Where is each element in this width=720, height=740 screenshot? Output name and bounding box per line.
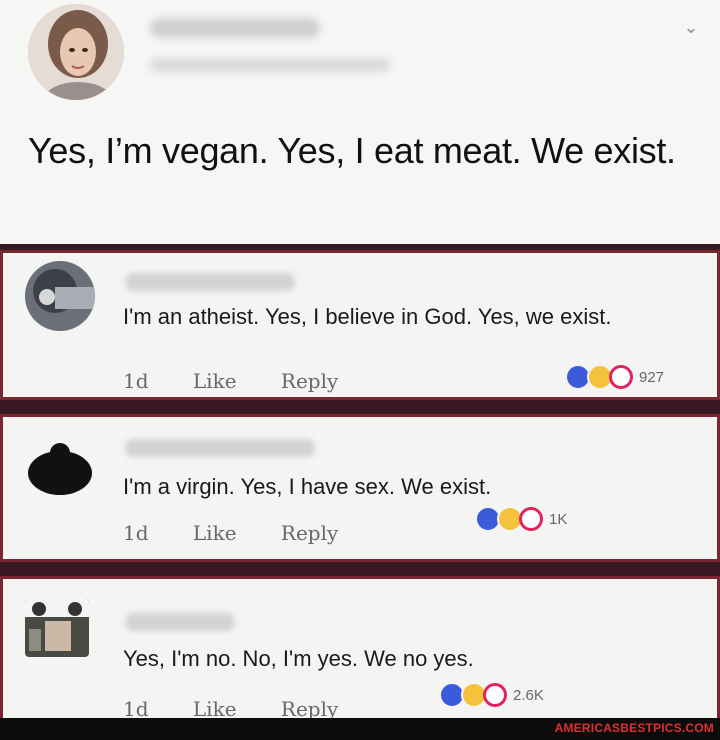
comment-time: 1d xyxy=(123,521,149,545)
love-reaction-icon xyxy=(609,365,633,389)
post-avatar[interactable] xyxy=(28,4,124,100)
reaction-count: 927 xyxy=(639,368,665,386)
reply-button[interactable]: Reply xyxy=(281,369,338,393)
comment-author-name-blurred[interactable] xyxy=(125,273,295,291)
comment: I'm an atheist. Yes, I believe in God. Y… xyxy=(0,250,720,400)
comment-text: I'm a virgin. Yes, I have sex. We exist. xyxy=(123,474,492,499)
comment-actions: 1d Like Reply xyxy=(123,521,376,545)
comment-avatar[interactable] xyxy=(25,431,95,501)
like-button[interactable]: Like xyxy=(193,369,237,393)
comment-author-name-blurred[interactable] xyxy=(125,439,315,457)
love-reaction-icon xyxy=(519,507,543,531)
post-meta-blurred xyxy=(150,58,390,72)
like-button[interactable]: Like xyxy=(193,521,237,545)
footer-bar: AMERICASBESTPICS.COM xyxy=(0,718,720,740)
comment-text: Yes, I'm no. No, I'm yes. We no yes. xyxy=(123,646,474,671)
comment-avatar[interactable] xyxy=(25,261,95,331)
comment: I'm a virgin. Yes, I have sex. We exist.… xyxy=(0,414,720,562)
reaction-count: 1K xyxy=(549,510,568,528)
comment-avatar[interactable] xyxy=(25,599,89,657)
comment: Yes, I'm no. No, I'm yes. We no yes. 1d … xyxy=(0,576,720,721)
comment-time: 1d xyxy=(123,369,149,393)
chevron-down-icon[interactable]: ⌄ xyxy=(680,16,702,38)
love-reaction-icon xyxy=(483,683,507,707)
reply-button[interactable]: Reply xyxy=(281,521,338,545)
comment-author-name-blurred[interactable] xyxy=(125,613,235,631)
watermark: AMERICASBESTPICS.COM xyxy=(554,721,714,735)
reactions-summary[interactable]: 927 xyxy=(565,364,665,390)
reactions-summary[interactable]: 2.6K xyxy=(439,682,544,708)
post-author-name-blurred[interactable] xyxy=(150,18,320,38)
reaction-count: 2.6K xyxy=(513,686,544,704)
comment-actions: 1d Like Reply xyxy=(123,369,376,393)
comment-text: I'm an atheist. Yes, I believe in God. Y… xyxy=(123,304,612,329)
divider xyxy=(0,400,720,414)
divider xyxy=(0,562,720,576)
reactions-summary[interactable]: 1K xyxy=(475,506,568,532)
post: ⌄ Yes, I’m vegan. Yes, I eat meat. We ex… xyxy=(0,0,720,244)
post-text: Yes, I’m vegan. Yes, I eat meat. We exis… xyxy=(28,130,676,171)
